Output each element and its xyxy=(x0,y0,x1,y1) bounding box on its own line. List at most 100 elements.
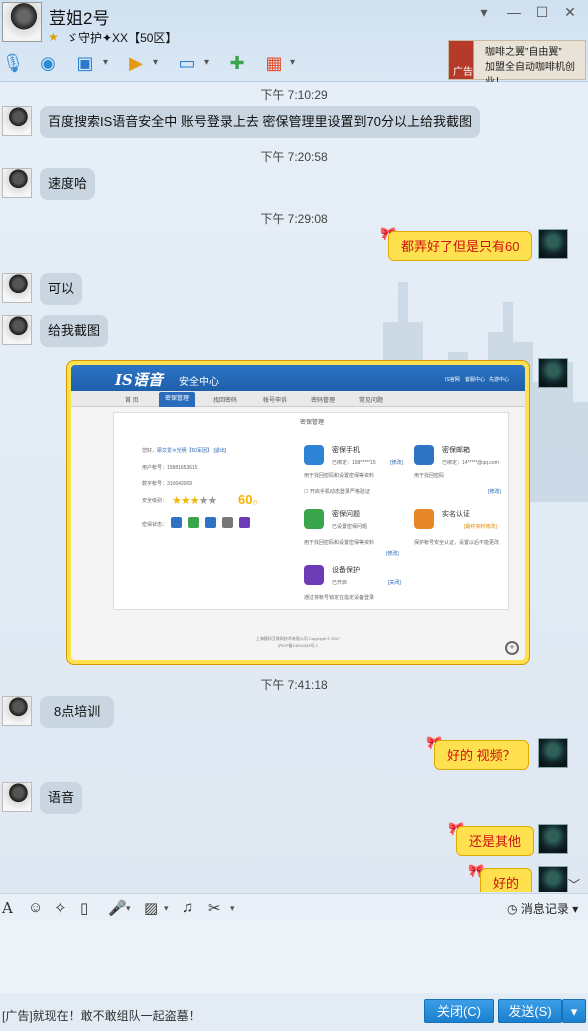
screenshot-nav-item-active: 密保管理 xyxy=(159,392,196,407)
question-status-icon xyxy=(188,517,199,528)
close-button[interactable]: 关闭(C) xyxy=(424,999,494,1023)
message-history-button[interactable]: ◷ 消息记录 ▾ xyxy=(507,900,578,917)
screenshot-nav-item: 密码管理 xyxy=(311,398,336,404)
music-icon[interactable]: ♫ xyxy=(182,899,193,916)
item-title: 设备保护 xyxy=(332,567,360,574)
item-title: 实名认证 xyxy=(442,511,470,518)
send-options-chevron-icon[interactable]: ▾ xyxy=(562,999,586,1023)
ad-link[interactable]: [广告]就现在！敢不敢组队一起盗墓！ xyxy=(2,1007,201,1024)
score-value: 60 xyxy=(238,492,253,507)
screen-share-icon[interactable]: ▣ xyxy=(72,50,98,76)
message-bubble-incoming[interactable]: 8点培训 xyxy=(40,696,115,728)
chevron-down-icon[interactable]: ▾ xyxy=(290,57,295,68)
item-title: 密保问题 xyxy=(332,511,360,518)
image-message-bubble[interactable]: IS语音 安全中心 IS官网 客服中心 先游中心 首 页 密保管理 找回密码 帐… xyxy=(66,360,530,665)
screenshot-subtitle: 安全中心 xyxy=(179,377,219,388)
minimize-button[interactable]: — xyxy=(503,4,525,20)
message-bubble-outgoing[interactable]: 还是其他 xyxy=(456,826,535,856)
screenshot-nav: 首 页 密保管理 找回密码 帐号申诉 密码管理 常见问题 xyxy=(71,391,525,407)
message-bubble-outgoing[interactable]: 都弄好了但是只有60 xyxy=(388,231,533,261)
send-button[interactable]: 发送(S) xyxy=(498,999,562,1023)
file-transfer-icon[interactable]: ▶ xyxy=(123,50,149,76)
item-link: [修改] xyxy=(386,551,399,557)
footer-line-2: 沪ICP备13024343号-1 xyxy=(277,643,319,648)
my-avatar[interactable] xyxy=(538,229,568,259)
chevron-down-icon[interactable]: ▾ xyxy=(204,57,209,68)
voice-message-icon[interactable]: 🎤 xyxy=(108,899,127,917)
item-title: 密保手机 xyxy=(332,447,360,454)
font-icon[interactable]: A xyxy=(2,899,13,917)
magic-icon[interactable]: ✧ xyxy=(54,899,67,917)
remote-desktop-icon[interactable]: ▭ xyxy=(174,50,200,76)
message-bubble-incoming[interactable]: 给我截图 xyxy=(40,315,109,347)
message-bubble-incoming[interactable]: 速度哈 xyxy=(40,168,96,200)
contact-avatar[interactable] xyxy=(2,273,32,303)
chat-header: 荳姐2号 ★ ゞ守护✦XX【50区】 ▾ — ☐ ✕ 🎙 ◉ ▣ ▾ ▶ ▾ ▭… xyxy=(0,0,588,88)
window-menu-button[interactable]: ▾ xyxy=(473,4,495,21)
my-avatar[interactable] xyxy=(538,738,568,768)
screenshot-icon[interactable]: ▯ xyxy=(80,899,88,917)
screenshot-link: 先游中心 xyxy=(489,377,510,383)
contact-avatar[interactable] xyxy=(2,2,42,42)
my-avatar[interactable] xyxy=(538,358,568,388)
contact-avatar[interactable] xyxy=(2,782,32,812)
webcam-icon[interactable]: ◉ xyxy=(35,50,61,76)
item-desc: 已设置密保问题 xyxy=(332,524,368,530)
item-sub: 用于找回密码和设置密保等资料 xyxy=(304,473,375,479)
security-center-screenshot[interactable]: IS语音 安全中心 IS官网 客服中心 先游中心 首 页 密保管理 找回密码 帐… xyxy=(71,365,525,660)
chevron-down-icon: ▾ xyxy=(572,902,579,916)
scroll-to-bottom-icon[interactable]: ﹀ xyxy=(568,876,580,893)
screenshot-footer: 上海颤科互联网技术有限公司 Copyright © 2017 沪ICP备1302… xyxy=(71,635,525,649)
id-card-icon xyxy=(414,509,434,529)
message-bubble-outgoing[interactable]: 好的 视频？ xyxy=(434,740,529,770)
add-chat-icon[interactable]: ✚ xyxy=(224,50,250,76)
message-bubble-incoming[interactable]: 可以 xyxy=(40,273,83,305)
image-icon[interactable]: ▨ xyxy=(144,899,158,917)
chevron-down-icon[interactable]: ▾ xyxy=(153,57,158,68)
scissors-icon[interactable]: ✂ xyxy=(208,899,221,917)
zoom-in-icon[interactable]: + xyxy=(505,641,519,655)
screenshot-nav-item: 帐号申诉 xyxy=(263,398,288,404)
contact-avatar[interactable] xyxy=(2,696,32,726)
chevron-down-icon[interactable]: ▾ xyxy=(103,57,108,68)
contact-avatar[interactable] xyxy=(2,168,32,198)
contact-name[interactable]: 荳姐2号 xyxy=(49,4,109,29)
screenshot-nav-item: 常见问题 xyxy=(359,398,384,404)
chat-history[interactable]: 下午 7:10:29 百度搜索IS语音安全中 账号登录上去 密保管理里设置到70… xyxy=(0,82,588,892)
item-sub: 保护帐号安全认证，设置以后不能更改 xyxy=(414,540,500,546)
ad-line-1: 咖啡之翼”自由翼” xyxy=(485,47,562,58)
emoji-icon[interactable]: ☺ xyxy=(28,899,43,916)
contact-avatar[interactable] xyxy=(2,106,32,136)
chevron-down-icon[interactable]: ▾ xyxy=(164,903,169,914)
message-bubble-incoming[interactable]: 语音 xyxy=(40,782,83,814)
message-bubble-incoming[interactable]: 百度搜索IS语音安全中 账号登录上去 密保管理里设置到70分以上给我截图 xyxy=(40,106,480,138)
contact-avatar[interactable] xyxy=(2,315,32,345)
star-rating: ★★★★★ xyxy=(172,495,217,507)
item-link: [关闭] xyxy=(388,580,401,586)
chevron-down-icon[interactable]: ▾ xyxy=(126,903,131,914)
mail-status-icon xyxy=(205,517,216,528)
close-window-button[interactable]: ✕ xyxy=(559,4,581,21)
device-icon xyxy=(304,565,324,585)
item-link: [最终资料修改] xyxy=(464,524,497,530)
item-link: [修改] xyxy=(390,460,403,466)
checkbox-label: 开启手机动态登录严格验证 xyxy=(309,489,370,495)
checkbox-text: ☐ 开启手机动态登录严格验证 xyxy=(304,489,370,495)
maximize-button[interactable]: ☐ xyxy=(531,4,553,21)
screenshot-link: 客服中心 xyxy=(465,377,486,383)
my-avatar[interactable] xyxy=(538,866,568,892)
ad-banner[interactable]: 广告 咖啡之翼”自由翼” 加盟全自动咖啡机创业！ xyxy=(448,40,586,88)
message-bubble-outgoing[interactable]: 好的 xyxy=(480,868,533,892)
screenshot-link: IS官网 xyxy=(445,377,460,383)
microphone-icon[interactable]: 🎙 xyxy=(0,50,26,76)
my-avatar[interactable] xyxy=(538,824,568,854)
id-status-icon xyxy=(222,517,233,528)
user-tag: 耶文爱♔光明【50军团】 xyxy=(157,448,213,454)
message-input[interactable] xyxy=(0,921,588,993)
chevron-down-icon[interactable]: ▾ xyxy=(230,903,235,914)
clock-icon: ◷ xyxy=(507,902,518,916)
item-title: 密保邮箱 xyxy=(442,447,470,454)
item-sub: 通过将帐号锁定在指定设备登录 xyxy=(304,595,375,601)
screenshot-nav-item: 找回密码 xyxy=(213,398,238,404)
apps-icon[interactable]: ▦ xyxy=(261,50,287,76)
